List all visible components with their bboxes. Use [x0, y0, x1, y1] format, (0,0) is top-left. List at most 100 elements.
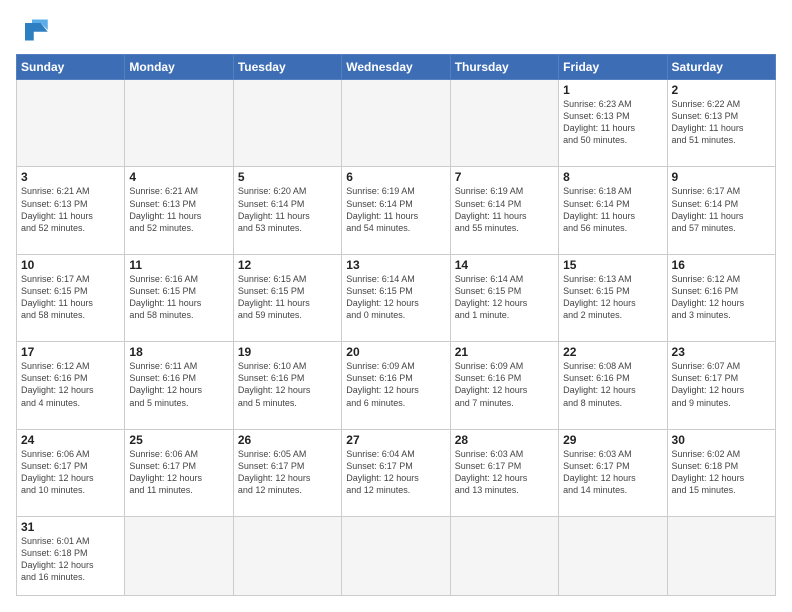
day-info: Sunrise: 6:23 AM Sunset: 6:13 PM Dayligh… [563, 98, 662, 147]
calendar-cell: 18Sunrise: 6:11 AM Sunset: 6:16 PM Dayli… [125, 342, 233, 429]
day-number: 15 [563, 258, 662, 272]
day-number: 18 [129, 345, 228, 359]
calendar-cell [342, 516, 450, 595]
calendar-week-row: 1Sunrise: 6:23 AM Sunset: 6:13 PM Daylig… [17, 80, 776, 167]
day-number: 7 [455, 170, 554, 184]
calendar-cell: 30Sunrise: 6:02 AM Sunset: 6:18 PM Dayli… [667, 429, 775, 516]
header [16, 16, 776, 44]
calendar-cell: 16Sunrise: 6:12 AM Sunset: 6:16 PM Dayli… [667, 254, 775, 341]
day-info: Sunrise: 6:21 AM Sunset: 6:13 PM Dayligh… [129, 185, 228, 234]
weekday-header-sunday: Sunday [17, 55, 125, 80]
day-info: Sunrise: 6:04 AM Sunset: 6:17 PM Dayligh… [346, 448, 445, 497]
day-info: Sunrise: 6:19 AM Sunset: 6:14 PM Dayligh… [455, 185, 554, 234]
calendar-cell: 29Sunrise: 6:03 AM Sunset: 6:17 PM Dayli… [559, 429, 667, 516]
day-number: 25 [129, 433, 228, 447]
calendar-week-row: 31Sunrise: 6:01 AM Sunset: 6:18 PM Dayli… [17, 516, 776, 595]
calendar-cell: 9Sunrise: 6:17 AM Sunset: 6:14 PM Daylig… [667, 167, 775, 254]
weekday-header-row: SundayMondayTuesdayWednesdayThursdayFrid… [17, 55, 776, 80]
calendar-cell: 22Sunrise: 6:08 AM Sunset: 6:16 PM Dayli… [559, 342, 667, 429]
day-number: 14 [455, 258, 554, 272]
weekday-header-tuesday: Tuesday [233, 55, 341, 80]
calendar-cell [233, 80, 341, 167]
calendar-cell: 21Sunrise: 6:09 AM Sunset: 6:16 PM Dayli… [450, 342, 558, 429]
calendar-cell [125, 80, 233, 167]
day-number: 28 [455, 433, 554, 447]
day-number: 19 [238, 345, 337, 359]
day-number: 12 [238, 258, 337, 272]
day-info: Sunrise: 6:02 AM Sunset: 6:18 PM Dayligh… [672, 448, 771, 497]
calendar-week-row: 17Sunrise: 6:12 AM Sunset: 6:16 PM Dayli… [17, 342, 776, 429]
calendar-cell: 13Sunrise: 6:14 AM Sunset: 6:15 PM Dayli… [342, 254, 450, 341]
day-info: Sunrise: 6:20 AM Sunset: 6:14 PM Dayligh… [238, 185, 337, 234]
day-number: 27 [346, 433, 445, 447]
calendar-cell: 28Sunrise: 6:03 AM Sunset: 6:17 PM Dayli… [450, 429, 558, 516]
day-info: Sunrise: 6:06 AM Sunset: 6:17 PM Dayligh… [129, 448, 228, 497]
calendar-cell: 23Sunrise: 6:07 AM Sunset: 6:17 PM Dayli… [667, 342, 775, 429]
day-number: 30 [672, 433, 771, 447]
day-number: 3 [21, 170, 120, 184]
day-number: 22 [563, 345, 662, 359]
calendar-week-row: 10Sunrise: 6:17 AM Sunset: 6:15 PM Dayli… [17, 254, 776, 341]
calendar-cell: 8Sunrise: 6:18 AM Sunset: 6:14 PM Daylig… [559, 167, 667, 254]
calendar-week-row: 24 Sunrise: 6:06 AM Sunset: 6:17 PM Dayli… [17, 429, 776, 516]
day-info: Sunrise: 6:05 AM Sunset: 6:17 PM Dayligh… [238, 448, 337, 497]
calendar-cell: 11Sunrise: 6:16 AM Sunset: 6:15 PM Dayli… [125, 254, 233, 341]
calendar-cell: 27Sunrise: 6:04 AM Sunset: 6:17 PM Dayli… [342, 429, 450, 516]
day-number: 20 [346, 345, 445, 359]
calendar-cell [450, 516, 558, 595]
weekday-header-friday: Friday [559, 55, 667, 80]
day-info: Sunrise: 6:03 AM Sunset: 6:17 PM Dayligh… [563, 448, 662, 497]
calendar-cell: 3Sunrise: 6:21 AM Sunset: 6:13 PM Daylig… [17, 167, 125, 254]
day-info: Sunrise: 6:15 AM Sunset: 6:15 PM Dayligh… [238, 273, 337, 322]
day-info: Sunrise: 6:21 AM Sunset: 6:13 PM Dayligh… [21, 185, 120, 234]
calendar-cell: 15Sunrise: 6:13 AM Sunset: 6:15 PM Dayli… [559, 254, 667, 341]
calendar-cell: 6Sunrise: 6:19 AM Sunset: 6:14 PM Daylig… [342, 167, 450, 254]
day-number: 8 [563, 170, 662, 184]
logo [16, 16, 52, 44]
day-number: 6 [346, 170, 445, 184]
day-number: 13 [346, 258, 445, 272]
page: SundayMondayTuesdayWednesdayThursdayFrid… [0, 0, 792, 612]
calendar-cell: 31Sunrise: 6:01 AM Sunset: 6:18 PM Dayli… [17, 516, 125, 595]
calendar-cell [233, 516, 341, 595]
calendar-cell: 17Sunrise: 6:12 AM Sunset: 6:16 PM Dayli… [17, 342, 125, 429]
calendar-cell [559, 516, 667, 595]
day-info: Sunrise: 6:08 AM Sunset: 6:16 PM Dayligh… [563, 360, 662, 409]
calendar-cell: 2Sunrise: 6:22 AM Sunset: 6:13 PM Daylig… [667, 80, 775, 167]
calendar-cell: 4Sunrise: 6:21 AM Sunset: 6:13 PM Daylig… [125, 167, 233, 254]
calendar-cell: 19Sunrise: 6:10 AM Sunset: 6:16 PM Dayli… [233, 342, 341, 429]
calendar-cell: 14Sunrise: 6:14 AM Sunset: 6:15 PM Dayli… [450, 254, 558, 341]
weekday-header-wednesday: Wednesday [342, 55, 450, 80]
day-info: Sunrise: 6:17 AM Sunset: 6:15 PM Dayligh… [21, 273, 120, 322]
calendar-cell [450, 80, 558, 167]
day-info: Sunrise: 6:13 AM Sunset: 6:15 PM Dayligh… [563, 273, 662, 322]
day-info: Sunrise: 6:17 AM Sunset: 6:14 PM Dayligh… [672, 185, 771, 234]
weekday-header-monday: Monday [125, 55, 233, 80]
day-info: Sunrise: 6:14 AM Sunset: 6:15 PM Dayligh… [455, 273, 554, 322]
day-info: Sunrise: 6:18 AM Sunset: 6:14 PM Dayligh… [563, 185, 662, 234]
day-info: Sunrise: 6:03 AM Sunset: 6:17 PM Dayligh… [455, 448, 554, 497]
day-number: 24 [21, 433, 120, 447]
calendar-cell: 20Sunrise: 6:09 AM Sunset: 6:16 PM Dayli… [342, 342, 450, 429]
day-info: Sunrise: 6:12 AM Sunset: 6:16 PM Dayligh… [672, 273, 771, 322]
day-info: Sunrise: 6:10 AM Sunset: 6:16 PM Dayligh… [238, 360, 337, 409]
day-number: 2 [672, 83, 771, 97]
calendar-cell: 1Sunrise: 6:23 AM Sunset: 6:13 PM Daylig… [559, 80, 667, 167]
day-number: 16 [672, 258, 771, 272]
calendar-cell: 26Sunrise: 6:05 AM Sunset: 6:17 PM Dayli… [233, 429, 341, 516]
day-number: 11 [129, 258, 228, 272]
day-info: Sunrise: 6:01 AM Sunset: 6:18 PM Dayligh… [21, 535, 120, 584]
calendar-cell [342, 80, 450, 167]
weekday-header-thursday: Thursday [450, 55, 558, 80]
day-info: Sunrise: 6:09 AM Sunset: 6:16 PM Dayligh… [455, 360, 554, 409]
day-number: 26 [238, 433, 337, 447]
calendar-cell: 12Sunrise: 6:15 AM Sunset: 6:15 PM Dayli… [233, 254, 341, 341]
day-number: 31 [21, 520, 120, 534]
calendar-cell [17, 80, 125, 167]
day-info: Sunrise: 6:07 AM Sunset: 6:17 PM Dayligh… [672, 360, 771, 409]
calendar-week-row: 3Sunrise: 6:21 AM Sunset: 6:13 PM Daylig… [17, 167, 776, 254]
day-info: Sunrise: 6:14 AM Sunset: 6:15 PM Dayligh… [346, 273, 445, 322]
calendar-cell: 24Sunrise: 6:06 AM Sunset: 6:17 PM Dayli… [17, 429, 125, 516]
day-number: 5 [238, 170, 337, 184]
calendar-cell [667, 516, 775, 595]
